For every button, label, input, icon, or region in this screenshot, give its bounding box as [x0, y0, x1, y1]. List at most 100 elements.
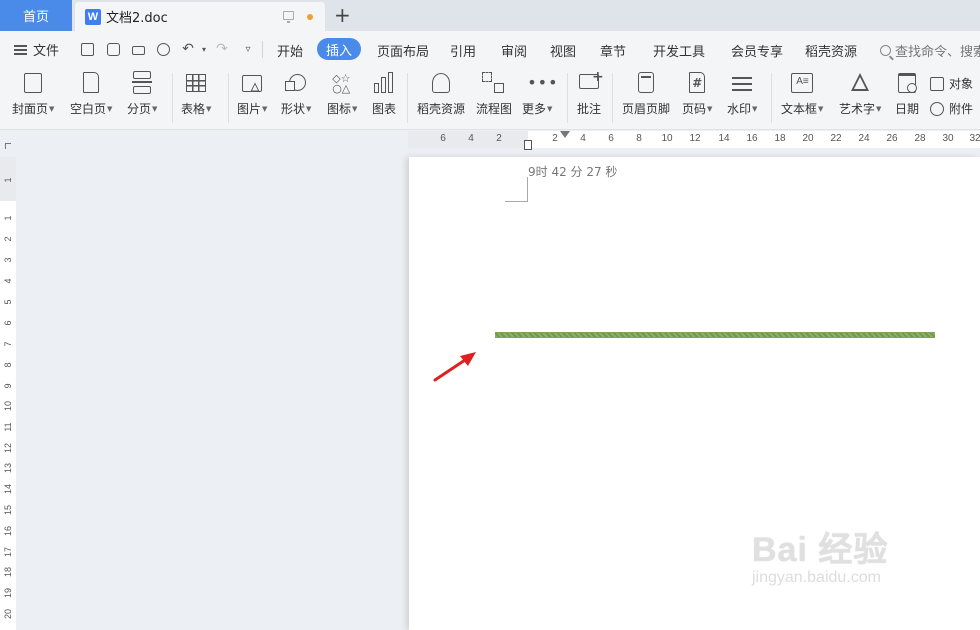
green-decorative-line[interactable] [495, 332, 935, 338]
textbox-label: 文本框 [781, 102, 818, 116]
word-doc-icon: W [85, 8, 101, 25]
save-icon[interactable] [79, 41, 95, 57]
menu-bar: 文件 ↶ ▾ ↷ ▿ 开始 插入 页面布局 引用 审阅 视图 章节 开发工具 会… [0, 31, 980, 67]
picture-button[interactable]: 图片▼ [237, 71, 267, 117]
vertical-ruler-tick-label: 6 [3, 320, 13, 326]
menu-developer[interactable]: 开发工具 [653, 41, 705, 60]
undo-dropdown-icon[interactable]: ▾ [196, 41, 212, 57]
menu-references[interactable]: 引用 [450, 41, 476, 60]
redo-icon[interactable]: ↷ [214, 41, 230, 57]
document-page[interactable]: 9时 42 分 27 秒 [409, 157, 980, 630]
shape-button[interactable]: 形状▼ [281, 71, 311, 117]
menu-chapter[interactable]: 章节 [600, 41, 626, 60]
menu-docer-resources[interactable]: 稻壳资源 [805, 41, 857, 60]
vertical-ruler-tick-label: 3 [3, 257, 13, 263]
watermark-button[interactable]: 水印▼ [727, 71, 757, 117]
customize-dropdown-icon[interactable]: ▿ [240, 41, 256, 57]
chart-button[interactable]: 图表 [372, 71, 396, 117]
cover-page-button[interactable]: 封面页▼ [12, 71, 54, 117]
print-icon[interactable] [130, 41, 146, 57]
blank-page-button[interactable]: 空白页▼ [70, 71, 112, 117]
export-icon[interactable] [105, 41, 121, 57]
ribbon-toolbar: 封面页▼ 空白页▼ 分页▼ 表格▼ 图片▼ 形状▼ ◇☆ ○△ 图标▼ 图表 稻壳… [0, 67, 980, 130]
word-art-icon [848, 71, 872, 95]
ruler-tick-label: 18 [774, 133, 786, 144]
vertical-ruler[interactable]: 1 1 2 3 4 5 6 7 8 9 10 11 12 13 14 15 16 17 18 19 20 [0, 157, 16, 630]
attachment-button[interactable]: 附件 [930, 100, 973, 117]
docer-resources-label: 稻壳资源 [417, 102, 466, 116]
new-tab-plus-icon[interactable]: + [334, 4, 351, 26]
page-number-icon: # [685, 71, 709, 95]
ruler-tick-label: 16 [746, 133, 758, 144]
vertical-ruler-tick-label: 5 [3, 299, 13, 305]
ribbon-divider [172, 73, 173, 123]
vertical-ruler-tick-label: 4 [3, 278, 13, 284]
vertical-ruler-tick-label: 12 [3, 443, 13, 454]
screen-icon[interactable] [283, 11, 294, 23]
comment-label: 批注 [577, 102, 602, 116]
ribbon-divider [771, 73, 772, 123]
command-search[interactable]: 查找命令、搜索 [880, 41, 980, 60]
left-indent-marker[interactable] [524, 140, 532, 150]
menu-start[interactable]: 开始 [277, 41, 303, 60]
textbox-button[interactable]: A≡ 文本框▼ [781, 71, 823, 117]
table-label: 表格 [181, 102, 206, 116]
object-button[interactable]: 对象 [930, 75, 973, 92]
cover-page-icon [21, 71, 45, 95]
word-art-button[interactable]: 艺术字▼ [839, 71, 881, 117]
horizontal-ruler[interactable]: 6 4 2 2 4 6 8 10 12 14 16 18 20 22 24 26 28 30 32 [408, 131, 980, 148]
menu-page-layout[interactable]: 页面布局 [377, 41, 429, 60]
comment-icon: + [577, 69, 604, 95]
vertical-ruler-tick-label: 8 [3, 362, 13, 368]
ribbon-divider [407, 73, 408, 123]
docer-resources-button[interactable]: 稻壳资源 [417, 71, 465, 117]
ruler-tick-label: 14 [718, 133, 730, 144]
table-button[interactable]: 表格▼ [181, 71, 211, 117]
picture-icon [240, 71, 264, 95]
undo-icon[interactable]: ↶ [180, 41, 196, 57]
print-preview-icon[interactable] [155, 41, 171, 57]
first-line-indent-marker[interactable] [560, 131, 570, 138]
ruler-tick-label: 2 [496, 133, 502, 144]
vertical-ruler-tick-label: 11 [3, 422, 13, 432]
menu-review[interactable]: 审阅 [501, 41, 527, 60]
home-tab[interactable]: 首页 [0, 0, 72, 31]
icons-library-icon: ◇☆ ○△ [332, 72, 351, 95]
margin-corner-mark [527, 177, 528, 201]
more-button[interactable]: ••• 更多▼ [522, 71, 558, 117]
page-break-label: 分页 [127, 102, 152, 116]
watermark-url: jingyan.baidu.com [752, 569, 881, 586]
flowchart-button[interactable]: 流程图 [476, 71, 512, 117]
document-tab[interactable]: W 文档2.doc [75, 2, 325, 31]
header-footer-button[interactable]: 页眉页脚 [622, 71, 670, 117]
ruler-labels: 6 4 2 2 4 6 8 10 12 14 16 18 20 22 24 26 28 30 32 [408, 131, 980, 148]
flowchart-icon [482, 71, 506, 95]
page-break-button[interactable]: 分页▼ [127, 71, 157, 117]
menu-member[interactable]: 会员专享 [731, 41, 783, 60]
vertical-ruler-tick-label: 18 [3, 567, 13, 578]
file-menu[interactable]: 文件 [14, 40, 59, 59]
vertical-ruler-tick-label: 19 [3, 588, 13, 599]
search-icon [880, 45, 891, 56]
picture-label: 图片 [237, 102, 262, 116]
date-button[interactable]: 日期 [895, 71, 919, 117]
page-number-button[interactable]: # 页码▼ [682, 71, 712, 117]
menu-insert[interactable]: 插入 [317, 38, 361, 60]
menu-view[interactable]: 视图 [550, 41, 576, 60]
shape-icon [284, 71, 308, 95]
document-text-line[interactable]: 9时 42 分 27 秒 [528, 163, 617, 180]
docer-resources-icon [429, 71, 453, 95]
watermark-label: 水印 [727, 102, 752, 116]
chart-icon [372, 71, 396, 95]
watermark-icon [730, 71, 754, 95]
icons-button[interactable]: ◇☆ ○△ 图标▼ [327, 71, 357, 117]
margin-corner-mark [505, 201, 528, 202]
vertical-ruler-tick-label: 1 [3, 215, 13, 221]
title-bar: 首页 W 文档2.doc + [0, 0, 980, 31]
watermark-main-text: Bai 经验 [752, 531, 889, 569]
menu-divider [262, 41, 263, 58]
ruler-tick-label: 30 [942, 133, 954, 144]
ruler-tick-label: 4 [468, 133, 474, 144]
date-label: 日期 [895, 102, 920, 116]
comment-button[interactable]: + 批注 [577, 69, 604, 117]
